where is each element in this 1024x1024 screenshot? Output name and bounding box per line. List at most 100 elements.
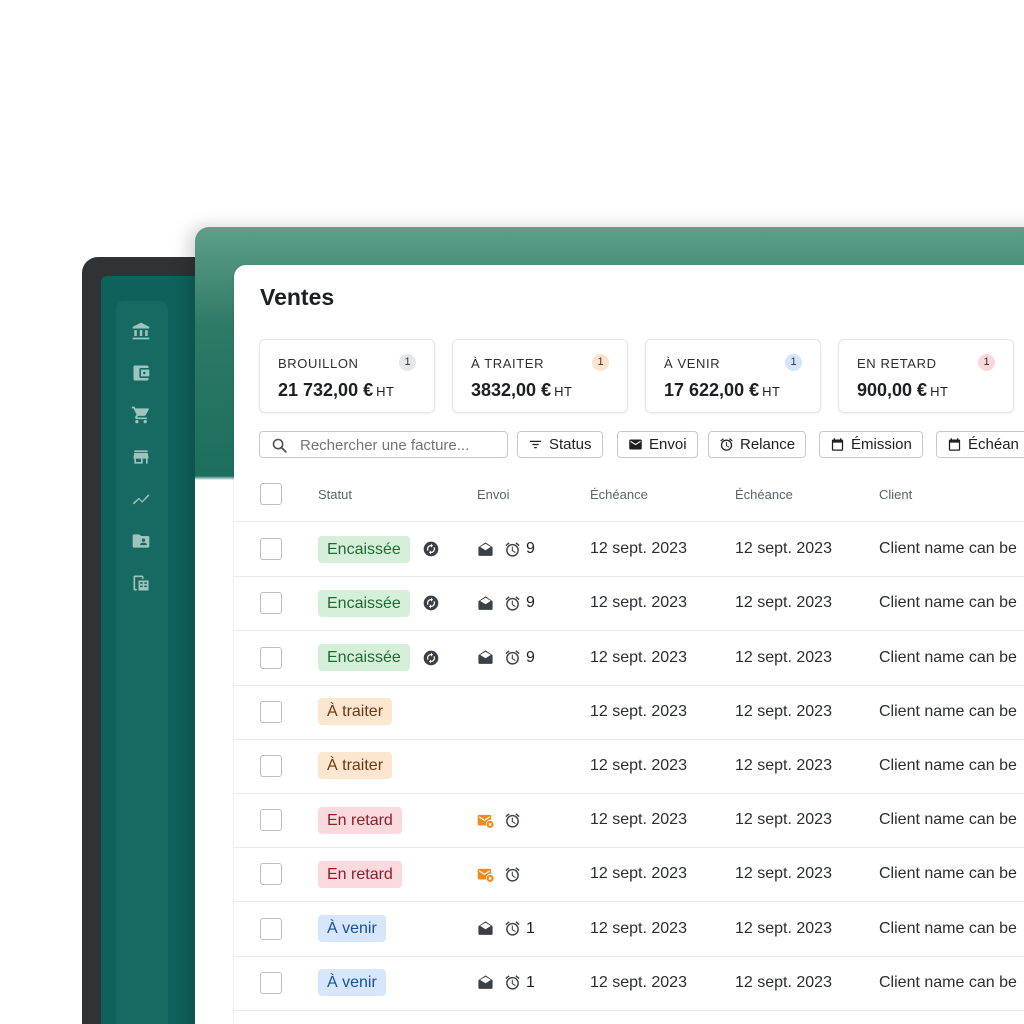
sync-icon	[423, 650, 439, 665]
row-checkbox[interactable]	[260, 863, 282, 886]
search-icon	[272, 438, 287, 453]
due-date-2: 12 sept. 2023	[735, 865, 832, 883]
status-badge: En retard	[318, 860, 402, 888]
client-name: Client name can be	[879, 648, 1017, 666]
sidebar-item-store[interactable]	[130, 446, 152, 468]
sidebar-item-bank[interactable]	[130, 320, 152, 342]
status-badge: À traiter	[318, 698, 393, 726]
filter-relance-button[interactable]: Relance	[708, 431, 807, 458]
row-checkbox[interactable]	[260, 700, 282, 723]
filter-label: Status	[549, 436, 592, 453]
due-date-2: 12 sept. 2023	[735, 811, 832, 829]
client-name: Client name can be	[879, 594, 1017, 612]
wallet-icon	[133, 365, 150, 381]
select-all-checkbox[interactable]	[260, 483, 282, 505]
due-date-2: 12 sept. 2023	[735, 756, 832, 774]
row-checkbox[interactable]	[260, 917, 282, 940]
divider	[234, 738, 1024, 740]
due-date: 12 sept. 2023	[590, 919, 687, 937]
sidebar-item-spreadsheet[interactable]	[130, 572, 152, 594]
client-name: Client name can be	[879, 811, 1017, 829]
mail-opened-icon	[478, 921, 493, 935]
summary-card-brouillon[interactable]: BROUILLON 1 21 732,00 € HT	[259, 339, 435, 413]
relance-count: 1	[526, 973, 535, 991]
card-amount: 21 732,00 € HT	[278, 380, 395, 400]
row-checkbox[interactable]	[260, 809, 282, 832]
due-date: 12 sept. 2023	[590, 540, 687, 558]
client-name: Client name can be	[879, 702, 1017, 720]
mail-icon	[629, 439, 642, 450]
summary-card-en-retard[interactable]: EN RETARD 1 900,00 € HT	[838, 339, 1014, 413]
alarm-icon	[505, 812, 520, 828]
search-input[interactable]	[300, 435, 500, 455]
card-label: À TRAITER	[471, 356, 545, 371]
row-checkbox[interactable]	[260, 538, 282, 561]
count-badge: 1	[785, 354, 802, 371]
sidebar-item-cart[interactable]	[130, 404, 152, 426]
summary-card-a-venir[interactable]: À VENIR 1 17 622,00 € HT	[645, 339, 821, 413]
divider	[234, 847, 1024, 849]
due-date: 12 sept. 2023	[590, 648, 687, 666]
trending-icon	[132, 494, 150, 505]
card-amount: 3832,00 € HT	[471, 380, 573, 400]
client-name: Client name can be	[879, 540, 1017, 558]
due-date-2: 12 sept. 2023	[735, 919, 832, 937]
filter-echeance-button[interactable]: Échéan	[936, 431, 1024, 458]
divider	[234, 901, 1024, 903]
sidebar-item-trending[interactable]	[130, 488, 152, 510]
mail-opened-icon	[478, 542, 493, 556]
alarm-icon	[505, 975, 520, 990]
due-date: 12 sept. 2023	[590, 594, 687, 612]
divider	[234, 521, 1024, 522]
due-date-2: 12 sept. 2023	[735, 540, 832, 558]
status-badge: Encaissée	[318, 644, 410, 671]
due-date: 12 sept. 2023	[590, 973, 687, 991]
cart-icon	[131, 406, 149, 424]
due-date-2: 12 sept. 2023	[735, 702, 832, 720]
column-header-statut[interactable]: Statut	[318, 487, 352, 502]
column-header-echeance-2[interactable]: Échéance	[735, 487, 793, 502]
sidebar-item-wallet[interactable]	[130, 362, 152, 384]
count-badge: 1	[592, 354, 609, 371]
client-name: Client name can be	[879, 919, 1017, 937]
store-icon	[133, 450, 149, 464]
card-amount: 900,00 € HT	[857, 380, 949, 400]
filter-label: Émission	[851, 436, 912, 453]
relance-count: 9	[526, 540, 535, 558]
divider	[234, 793, 1024, 794]
divider	[234, 630, 1024, 632]
column-header-client[interactable]: Client	[879, 487, 912, 502]
filter-label: Relance	[740, 436, 796, 453]
alarm-icon	[505, 596, 520, 611]
count-badge: 1	[399, 354, 416, 371]
row-checkbox[interactable]	[260, 754, 282, 777]
page-title: Ventes	[260, 284, 335, 310]
status-badge: À traiter	[318, 752, 393, 780]
row-checkbox[interactable]	[260, 646, 282, 669]
alarm-icon	[720, 438, 733, 451]
sidebar-item-contacts[interactable]	[130, 530, 152, 552]
alarm-icon	[505, 867, 520, 882]
status-badge: À venir	[318, 915, 386, 942]
filter-emission-button[interactable]: Émission	[819, 431, 923, 458]
spreadsheet-icon	[133, 575, 149, 591]
bank-icon	[132, 322, 150, 340]
card-label: BROUILLON	[278, 356, 359, 371]
filter-label: Envoi	[649, 436, 687, 453]
divider	[234, 1009, 1024, 1011]
due-date-2: 12 sept. 2023	[735, 594, 832, 612]
card-label: À VENIR	[664, 356, 721, 371]
status-badge: À venir	[318, 969, 386, 997]
alarm-icon	[505, 921, 520, 936]
filter-status-button[interactable]: Status	[517, 431, 603, 458]
contact-folder-icon	[132, 534, 150, 548]
filter-envoi-button[interactable]: Envoi	[617, 431, 698, 458]
column-header-envoi[interactable]: Envoi	[477, 487, 510, 502]
summary-card-a-traiter[interactable]: À TRAITER 1 3832,00 € HT	[452, 339, 628, 413]
row-checkbox[interactable]	[260, 971, 282, 994]
due-date: 12 sept. 2023	[590, 756, 687, 774]
column-header-echeance[interactable]: Échéance	[590, 487, 648, 502]
filter-label: Échéan	[968, 436, 1019, 453]
divider	[234, 955, 1024, 957]
row-checkbox[interactable]	[260, 592, 282, 615]
